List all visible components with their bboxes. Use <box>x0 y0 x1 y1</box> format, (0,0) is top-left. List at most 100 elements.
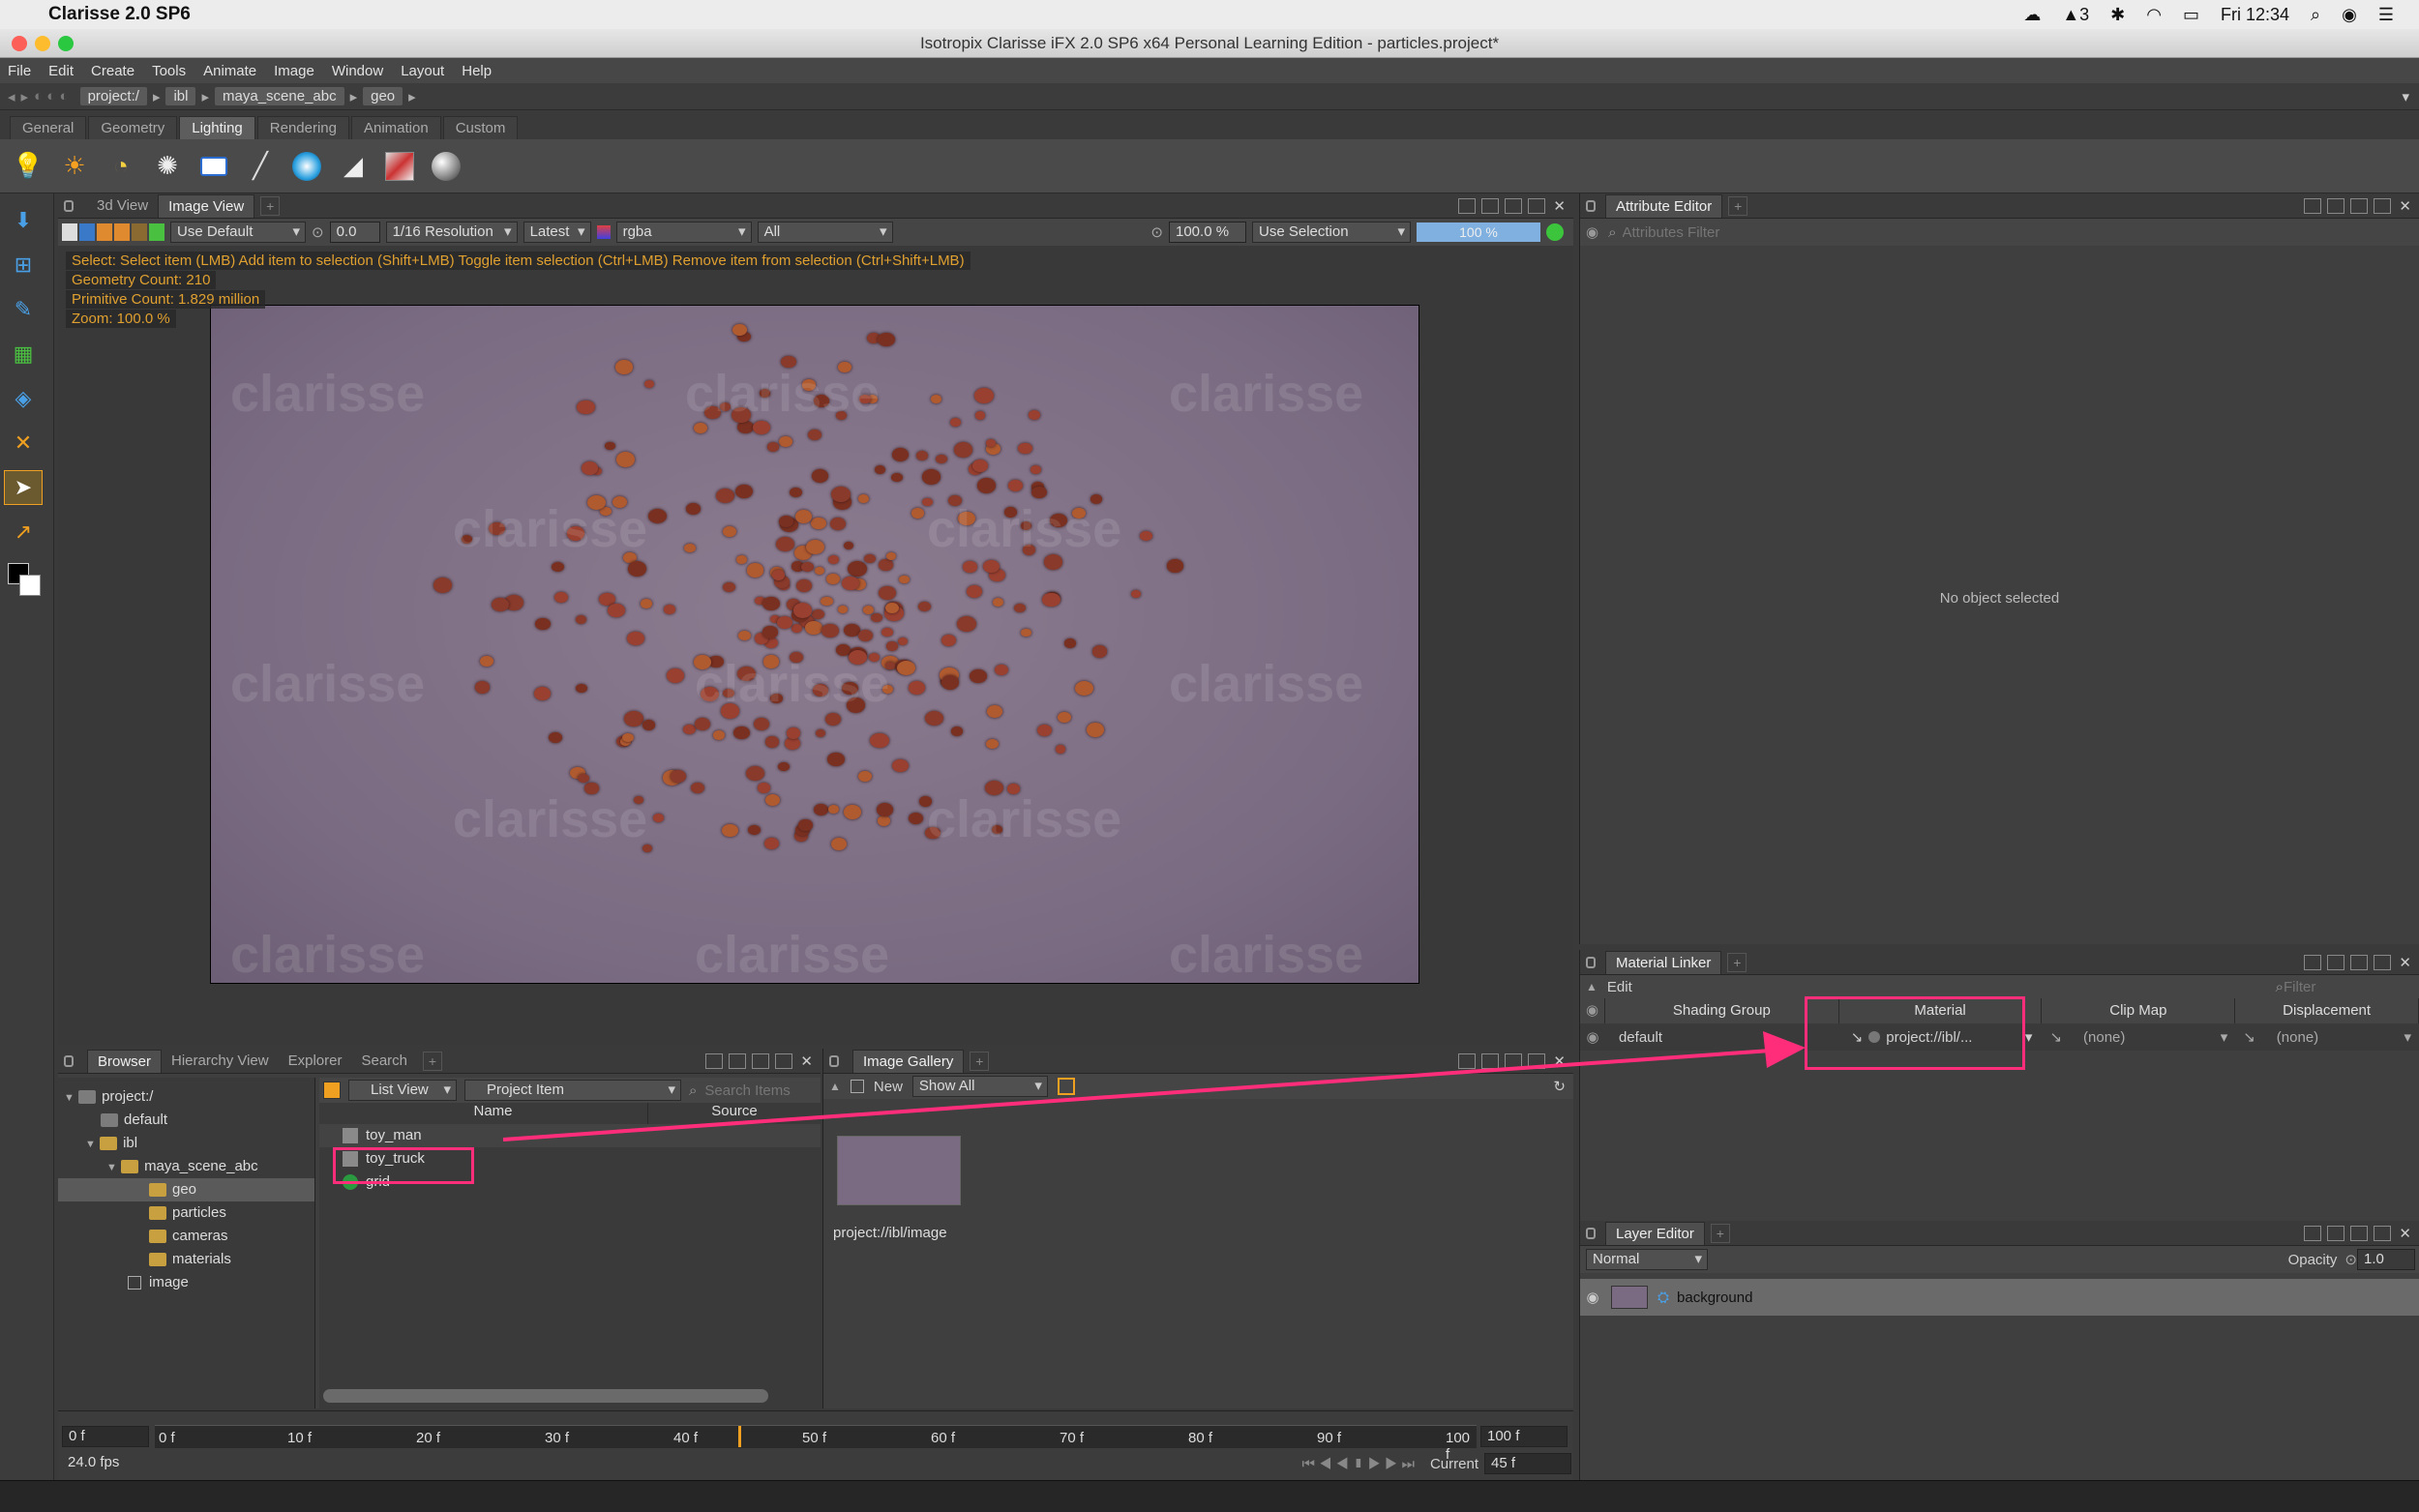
tab-layer-editor[interactable]: Layer Editor <box>1605 1221 1705 1245</box>
layout-split-h-icon[interactable] <box>1481 197 1500 214</box>
tab-attribute-editor[interactable]: Attribute Editor <box>1605 193 1723 218</box>
menu-layout[interactable]: Layout <box>401 63 444 79</box>
add-tab-button[interactable]: + <box>423 1051 442 1071</box>
current-frame-field[interactable]: 45 f <box>1484 1453 1571 1474</box>
layout-grid-icon[interactable] <box>2304 1225 2322 1241</box>
layer-row[interactable]: ◉ ⛭ background <box>1580 1279 2419 1316</box>
tree-item-particles[interactable]: particles <box>58 1201 314 1225</box>
gallery-option-icon[interactable] <box>1057 1078 1075 1095</box>
area-light-icon[interactable] <box>195 148 232 185</box>
list-item-toy-man[interactable]: toy_man <box>319 1124 821 1147</box>
gallery-thumbnail[interactable] <box>837 1136 961 1205</box>
col-source[interactable]: Source <box>648 1103 821 1124</box>
move-tool-icon[interactable]: ↗ <box>4 515 43 549</box>
gi-light-icon[interactable]: ◢ <box>335 148 372 185</box>
tab-3d-view[interactable]: 3d View <box>87 194 158 218</box>
chevron-down-icon[interactable]: ▾ <box>2025 1028 2033 1046</box>
layout-grid-icon[interactable] <box>1458 197 1477 214</box>
tree-item-geo[interactable]: geo <box>58 1178 314 1201</box>
lock-icon[interactable] <box>1586 1227 1596 1239</box>
render-image[interactable]: clarisse clarisse clarisse clarisse clar… <box>210 305 1419 984</box>
fps-field[interactable]: 24.0 fps <box>62 1453 149 1474</box>
tab-image-gallery[interactable]: Image Gallery <box>852 1049 965 1073</box>
shelf-tab-animation[interactable]: Animation <box>351 116 441 139</box>
zoom-window-button[interactable] <box>58 36 74 51</box>
view-mode-dropdown[interactable]: List View <box>348 1080 457 1101</box>
tab-image-view[interactable]: Image View <box>158 193 255 218</box>
tab-hierarchy-view[interactable]: Hierarchy View <box>162 1050 279 1073</box>
render-icons[interactable] <box>62 223 164 241</box>
adobe-icon[interactable]: ▲3 <box>2062 5 2089 25</box>
breadcrumb-ibl[interactable]: ibl <box>165 87 196 105</box>
line-light-icon[interactable]: ╱ <box>242 148 279 185</box>
color-swatch-icon[interactable] <box>8 563 43 598</box>
zoom-field[interactable]: 100.0 % <box>1169 222 1246 243</box>
search-items-input[interactable] <box>704 1082 812 1099</box>
layout-grid-icon[interactable] <box>705 1052 724 1069</box>
path-dropdown-icon[interactable]: ▾ <box>2402 88 2409 105</box>
clock[interactable]: Fri 12:34 <box>2221 5 2289 25</box>
menu-create[interactable]: Create <box>91 63 134 79</box>
layout-grid-icon[interactable] <box>2304 954 2322 970</box>
minimize-window-button[interactable] <box>35 36 50 51</box>
shelf-tab-rendering[interactable]: Rendering <box>256 116 349 139</box>
edit-menu[interactable]: Edit <box>1607 979 1632 995</box>
menu-window[interactable]: Window <box>332 63 383 79</box>
tab-explorer[interactable]: Explorer <box>279 1050 352 1073</box>
tree-item-cameras[interactable]: cameras <box>58 1225 314 1248</box>
new-icon[interactable] <box>850 1080 864 1093</box>
breadcrumb-project[interactable]: project:/ <box>79 87 147 105</box>
material-filter-input[interactable] <box>2284 978 2419 995</box>
lock-icon[interactable] <box>1586 956 1596 968</box>
blend-mode-dropdown[interactable]: Normal <box>1586 1249 1708 1270</box>
breadcrumb-geo[interactable]: geo <box>363 87 403 105</box>
tree-item-materials[interactable]: materials <box>58 1248 314 1271</box>
pick-tool-icon[interactable]: ✎ <box>4 292 43 327</box>
occlusion-light-icon[interactable] <box>428 148 464 185</box>
selection-dropdown[interactable]: Use Selection <box>1252 222 1411 243</box>
layout-split-h-icon[interactable] <box>2327 954 2345 970</box>
user-icon[interactable]: ◉ <box>2342 5 2357 25</box>
current-frame-marker[interactable] <box>737 1426 741 1447</box>
paint-tool-icon[interactable]: ▦ <box>4 337 43 371</box>
latest-dropdown[interactable]: Latest <box>523 222 591 243</box>
lock-icon[interactable] <box>829 1054 839 1067</box>
arrow-tool-icon[interactable]: ➤ <box>4 470 43 505</box>
clip-map-slot[interactable]: ↘ (none) ▾ <box>2042 1028 2235 1047</box>
maximize-icon[interactable] <box>1528 1052 1546 1069</box>
app-name[interactable]: Clarisse 2.0 SP6 <box>48 4 191 25</box>
sphere-light-icon[interactable] <box>288 148 325 185</box>
eye-icon[interactable]: ◉ <box>1586 223 1598 241</box>
camera-tool-icon[interactable]: ◈ <box>4 381 43 416</box>
col-displacement[interactable]: Displacement <box>2235 998 2419 1023</box>
layout-split-v-icon[interactable] <box>2350 954 2369 970</box>
layout-split-v-icon[interactable] <box>752 1052 770 1069</box>
menu-help[interactable]: Help <box>462 63 492 79</box>
attributes-filter-input[interactable] <box>1622 223 2300 241</box>
add-tab-button[interactable]: + <box>970 1051 990 1071</box>
displacement-value[interactable]: (none) <box>2277 1029 2318 1046</box>
horizontal-scrollbar[interactable] <box>323 1389 768 1403</box>
refresh-icon[interactable]: ↻ <box>1553 1078 1566 1095</box>
layout-split-h-icon[interactable] <box>2327 197 2345 214</box>
menu-file[interactable]: File <box>8 63 31 79</box>
spot-light-icon[interactable]: ◔ <box>103 148 139 185</box>
add-tab-button[interactable]: + <box>1727 952 1747 972</box>
tree-item-project[interactable]: ▼ project:/ <box>58 1085 314 1109</box>
playback-controls[interactable]: ⏮◀◀▮▶▶⏭ <box>1301 1456 1419 1472</box>
menu-edit[interactable]: Edit <box>48 63 74 79</box>
shelf-tab-custom[interactable]: Custom <box>442 116 519 139</box>
sun-light-icon[interactable]: ☀ <box>56 148 93 185</box>
shelf-tab-general[interactable]: General <box>10 116 87 139</box>
image-area[interactable]: clarisse clarisse clarisse clarisse clar… <box>58 246 1573 1045</box>
close-panel-icon[interactable]: ✕ <box>1553 1052 1566 1070</box>
layout-split-h-icon[interactable] <box>2327 1225 2345 1241</box>
add-tab-button[interactable]: + <box>1710 1223 1730 1243</box>
col-clip-map[interactable]: Clip Map <box>2042 998 2236 1023</box>
point-light-icon[interactable]: 💡 <box>10 148 46 185</box>
channel-dropdown[interactable]: rgba <box>615 222 752 243</box>
col-name[interactable]: Name <box>339 1103 648 1124</box>
lock-icon[interactable] <box>64 1054 74 1067</box>
transform-tool-icon[interactable]: ⊞ <box>4 248 43 282</box>
search-icon[interactable]: ⌕ <box>2311 5 2320 25</box>
